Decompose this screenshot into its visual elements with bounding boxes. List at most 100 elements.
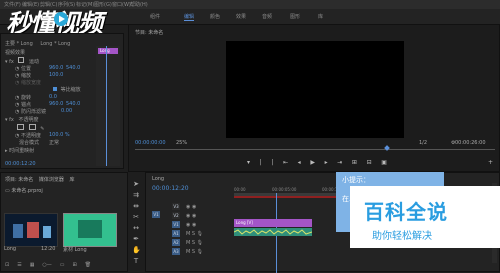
opacity-row[interactable]: ▾ fx 不透明度 [5,116,38,123]
step-forward-icon[interactable]: ▸ [325,159,328,167]
go-to-out-icon[interactable]: ⇥ [337,159,342,167]
track-label-a1[interactable]: A1 [172,230,180,237]
effect-controls-timecode[interactable]: 00:00:12:20 [5,161,36,167]
track-label-v3[interactable]: V3 [172,203,180,210]
mute-icon[interactable]: M S 🎙 [186,248,203,257]
ruler-label: 00:00 [234,187,246,192]
ellipse-mask-icon[interactable] [17,124,24,130]
overwrite-icon[interactable]: ⊟ [367,159,372,167]
blend-mode-select[interactable]: 正常 [49,139,59,146]
scale-row: ◔ 缩放 [5,72,31,79]
track-label-v1[interactable]: V1 [172,221,180,228]
anchor-y-value[interactable]: 540.0 [66,101,80,107]
workspace-editing[interactable]: 编辑 [184,13,195,21]
program-timecode-right: 00:00:26:00 [455,140,486,146]
video-clip[interactable]: Long [V] [234,219,312,227]
step-back-icon[interactable]: ◂ [298,159,301,167]
mini-playhead[interactable] [106,46,107,166]
scale-width-row: ◔ 缩放宽度 [5,79,41,86]
program-video-frame[interactable] [226,41,404,138]
tab-media-browser[interactable]: 媒体浏览器 [39,177,64,183]
icon-view-icon[interactable]: ▦ [30,262,35,268]
insert-icon[interactable]: ⊞ [352,159,357,167]
marker-icon[interactable]: ▾ [247,159,250,167]
anti-flicker-label: 防闪烁滤镜 [20,109,46,115]
trash-icon[interactable]: 🗑 [85,262,91,268]
mini-clip-bar[interactable]: Long [98,48,118,54]
mute-icon[interactable]: M S 🎙 [186,230,203,239]
track-label-a3[interactable]: A3 [172,248,180,255]
add-button-icon[interactable]: + [488,159,493,166]
type-tool-icon[interactable]: T [132,257,140,265]
slip-tool-icon[interactable]: ↔ [132,224,140,232]
workspace-assembly[interactable]: 组件 [150,13,160,20]
anchor-x-value[interactable]: 960.0 [49,101,63,107]
track-label-a2[interactable]: A2 [172,239,180,246]
resolution-select[interactable]: 1/2 [419,140,427,146]
project-folder[interactable]: ▭ 未命名.prproj [5,187,43,194]
workspace-color[interactable]: 颜色 [210,13,220,20]
mark-in-icon[interactable]: | [260,159,262,167]
ripple-edit-tool-icon[interactable]: ⇹ [132,202,140,210]
eye-icon[interactable]: ◉ ◉ [186,221,203,230]
tab-libraries[interactable]: 库 [69,177,74,183]
export-frame-icon[interactable]: ▣ [381,159,387,167]
wrench-icon[interactable]: ⚙ [451,140,455,146]
list-view-icon[interactable]: ☰ [17,262,21,268]
scale-value[interactable]: 100.0 [49,72,63,78]
workspace-graphics[interactable]: 图形 [290,13,300,20]
rotation-value[interactable]: 0.0 [49,94,57,100]
source-label: 主要 * Long [5,41,33,47]
timeline-timecode[interactable]: 00:00:12:20 [152,185,189,192]
workspace-effects[interactable]: 效果 [236,13,246,20]
eye-icon[interactable]: ◉ ◉ [186,212,203,221]
go-to-in-icon[interactable]: ⇤ [283,159,288,167]
play-icon[interactable]: ▶ [310,159,315,167]
razor-tool-icon[interactable]: ✂ [132,213,140,221]
tip-title: 小提示： [342,176,370,184]
new-bin-icon[interactable]: ▭ [60,262,65,268]
lock-icon[interactable]: ⊡ [5,262,9,268]
selection-tool-icon[interactable]: ➤ [132,180,140,188]
project-item-name[interactable]: Long [4,246,16,252]
tab-project[interactable]: 项目: 未命名 [5,177,33,183]
logo-watermark: 秒懂视频 [6,4,136,38]
work-area-bar[interactable] [234,196,344,198]
zoom-slider-icon[interactable]: ○— [42,262,51,268]
hand-tool-icon[interactable]: ✋ [132,246,141,254]
zoom-select[interactable]: 25% [176,140,187,146]
project-folder-name: 未命名.prproj [11,188,43,194]
track-toggles: ◉ ◉ ◉ ◉ ◉ ◉ M S 🎙 M S 🎙 M S 🎙 [186,203,203,257]
position-x-value[interactable]: 960.0 [49,65,63,71]
track-label-v2[interactable]: V2 [172,212,180,219]
program-scrub-bar[interactable] [135,149,495,150]
mute-icon[interactable]: M S 🎙 [186,239,203,248]
time-remap-row[interactable]: ▸ 时间重映射 [5,147,34,154]
anti-flicker-value[interactable]: 0.00 [61,108,72,114]
rectangle-mask-icon[interactable] [28,124,36,130]
clip-path-label[interactable]: Long * Long [40,41,70,47]
project-item-thumbnail[interactable] [63,213,117,247]
pen-tool-icon[interactable]: ✒ [132,235,140,243]
motion-transform-icon[interactable] [18,57,25,63]
position-y-value[interactable]: 540.0 [66,65,80,71]
track-select-tool-icon[interactable]: ⇉ [132,191,140,199]
timeline-tab[interactable]: Long [152,176,164,182]
uniform-scale-checkbox[interactable] [53,87,57,91]
eye-icon[interactable]: ◉ ◉ [186,203,203,212]
fx-icon: fx [9,117,14,123]
mark-out-icon[interactable]: | [271,159,273,167]
program-timecode-left[interactable]: 00:00:00:00 [135,140,166,146]
motion-row[interactable]: ▾ fx 运动 [5,57,39,65]
project-item-name[interactable]: 素材 Long [63,246,87,253]
project-item-thumbnail[interactable] [4,213,58,247]
new-item-icon[interactable]: ⊞ [73,262,77,268]
program-monitor-title[interactable]: 节目: 未命名 [135,29,163,36]
uniform-scale-row[interactable]: 等比缩放 [53,86,81,93]
track-target-v1[interactable]: V1 [152,211,160,218]
audio-clip[interactable] [233,228,313,236]
scale-width-label: 缩放宽度 [20,80,41,86]
workspace-libraries[interactable]: 库 [318,13,323,20]
workspace-audio[interactable]: 音频 [262,13,272,20]
opacity-value[interactable]: 100.0 % [49,132,70,138]
